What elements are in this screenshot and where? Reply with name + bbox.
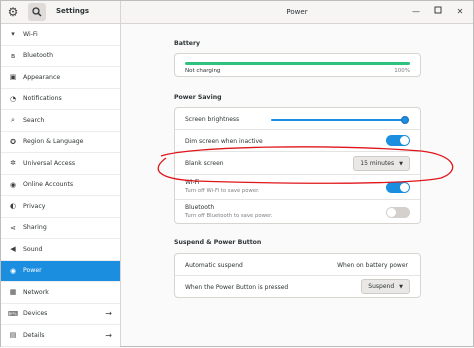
battery-frame: Not charging 100% — [174, 53, 421, 77]
suspend-frame: Automatic suspend When on battery power … — [174, 253, 421, 298]
suspend-section-title: Suspend & Power Button — [174, 239, 262, 246]
auto-suspend-value: When on battery power — [337, 262, 408, 269]
wifi-icon: ▾ — [11, 30, 15, 39]
accessibility-icon: ✲ — [10, 159, 16, 168]
dim-screen-label: Dim screen when inactive — [185, 138, 263, 145]
brightness-slider-track[interactable] — [271, 119, 406, 121]
brightness-label: Screen brightness — [185, 116, 240, 123]
privacy-icon: ◐ — [9, 202, 17, 211]
network-icon: ▦ — [9, 288, 17, 297]
gear-icon[interactable]: ⚙ — [6, 5, 20, 19]
sidebar-item-sharing[interactable]: ⋖ Sharing — [1, 218, 120, 239]
sidebar-item-label: Details — [23, 331, 45, 339]
blank-screen-dropdown[interactable]: 15 minutes ▼ — [353, 156, 410, 171]
wifi-subtitle: Turn off Wi-Fi to save power. — [185, 188, 260, 194]
wifi-label: Wi-Fi — [185, 179, 200, 186]
power-button-dropdown[interactable]: Suspend ▼ — [361, 279, 410, 294]
sidebar-item-devices[interactable]: ⌨ Devices → — [1, 304, 120, 325]
content-header: Power — ✕ — [121, 1, 473, 24]
settings-window: ⚙ Settings Power — ✕ ▾ Wi-Fi ʙ Bluetooth ▣ Ap… — [0, 0, 474, 347]
chevron-down-icon: ▼ — [399, 160, 403, 167]
sidebar-item-power[interactable]: ◉ Power — [1, 260, 120, 282]
sidebar-item-label: Region & Language — [23, 138, 84, 146]
power-icon: ◉ — [9, 266, 17, 275]
sidebar-item-label: Appearance — [23, 73, 61, 81]
bluetooth-icon: ʙ — [10, 51, 16, 60]
arrow-right-icon: → — [105, 330, 112, 340]
brightness-row: Screen brightness — [175, 108, 420, 130]
minimize-icon[interactable]: — — [409, 5, 423, 19]
power-button-row: When the Power Button is pressed Suspend… — [175, 276, 420, 299]
search-icon — [32, 7, 42, 17]
bluetooth-subtitle: Turn off Bluetooth to save power. — [185, 213, 273, 219]
sidebar-item-label: Bluetooth — [23, 52, 54, 60]
sidebar-item-wi-fi[interactable]: ▾ Wi-Fi — [1, 24, 120, 46]
sidebar-item-label: Devices — [23, 310, 48, 318]
close-icon[interactable]: ✕ — [453, 5, 467, 19]
sidebar: ▾ Wi-Fi ʙ Bluetooth ▣ Appearance ◔ Notification… — [1, 24, 121, 347]
appearance-icon: ▣ — [9, 73, 17, 82]
sidebar-item-search[interactable]: ⌕ Search — [1, 110, 120, 132]
sidebar-item-network[interactable]: ▦ Network — [1, 282, 120, 304]
battery-level-bar — [185, 62, 410, 65]
maximize-icon[interactable] — [431, 5, 445, 19]
sidebar-item-label: Online Accounts — [23, 181, 74, 189]
dim-screen-row: Dim screen when inactive — [175, 130, 420, 152]
auto-suspend-label: Automatic suspend — [185, 262, 243, 269]
power-panel: Battery Not charging 100% Power Saving S… — [121, 24, 473, 346]
brightness-slider-knob[interactable] — [401, 116, 409, 124]
sidebar-item-label: Network — [23, 288, 49, 296]
sidebar-item-label: Universal Access — [23, 159, 76, 167]
wifi-toggle[interactable] — [386, 182, 410, 193]
wifi-row: Wi-Fi Turn off Wi-Fi to save power. — [175, 175, 420, 200]
sidebar-item-label: Sharing — [23, 224, 47, 232]
battery-section-title: Battery — [174, 40, 201, 47]
power-button-value: Suspend — [368, 283, 395, 290]
app-title: Settings — [56, 7, 90, 15]
chevron-down-icon: ▼ — [399, 283, 403, 290]
auto-suspend-row[interactable]: Automatic suspend When on battery power — [175, 254, 420, 276]
online-accounts-icon: ◉ — [9, 180, 17, 189]
sidebar-item-label: Wi-Fi — [23, 30, 38, 38]
bluetooth-toggle[interactable] — [386, 207, 410, 218]
speaker-icon: ◀ — [10, 245, 16, 254]
sidebar-item-label: Power — [23, 267, 42, 275]
sidebar-item-label: Privacy — [23, 202, 46, 210]
sidebar-item-notifications[interactable]: ◔ Notifications — [1, 89, 120, 110]
blank-screen-label: Blank screen — [185, 160, 224, 167]
devices-icon: ⌨ — [7, 309, 19, 318]
sidebar-item-label: Sound — [23, 245, 43, 253]
sidebar-item-privacy[interactable]: ◐ Privacy — [1, 196, 120, 218]
power-saving-frame: Screen brightness Dim screen when inacti… — [174, 107, 421, 224]
sidebar-item-label: Search — [23, 116, 45, 124]
region-icon: ✪ — [10, 137, 16, 146]
details-icon: ▤ — [9, 331, 17, 340]
sidebar-item-bluetooth[interactable]: ʙ Bluetooth — [1, 46, 120, 67]
power-button-label: When the Power Button is pressed — [185, 284, 289, 291]
power-saving-section-title: Power Saving — [174, 94, 222, 101]
sidebar-item-label: Notifications — [23, 95, 62, 103]
sidebar-item-details[interactable]: ▤ Details → — [1, 325, 120, 347]
bell-icon: ◔ — [9, 94, 17, 103]
battery-status: Not charging — [185, 68, 221, 74]
search-button[interactable] — [28, 3, 46, 21]
search-icon: ⌕ — [11, 115, 15, 124]
sidebar-item-appearance[interactable]: ▣ Appearance — [1, 67, 120, 89]
sidebar-item-sound[interactable]: ◀ Sound — [1, 239, 120, 261]
sidebar-item-region-language[interactable]: ✪ Region & Language — [1, 132, 120, 153]
sidebar-item-online-accounts[interactable]: ◉ Online Accounts — [1, 175, 120, 196]
bluetooth-label: Bluetooth — [185, 204, 215, 211]
bluetooth-row: Bluetooth Turn off Bluetooth to save pow… — [175, 200, 420, 225]
battery-percent: 100% — [394, 68, 410, 74]
blank-screen-row: Blank screen 15 minutes ▼ — [175, 152, 420, 175]
sharing-icon: ⋖ — [10, 223, 16, 232]
arrow-right-icon: → — [105, 309, 112, 319]
sidebar-header: ⚙ Settings — [1, 1, 121, 24]
blank-screen-value: 15 minutes — [360, 160, 395, 167]
dim-screen-toggle[interactable] — [386, 135, 410, 146]
sidebar-item-universal-access[interactable]: ✲ Universal Access — [1, 153, 120, 175]
